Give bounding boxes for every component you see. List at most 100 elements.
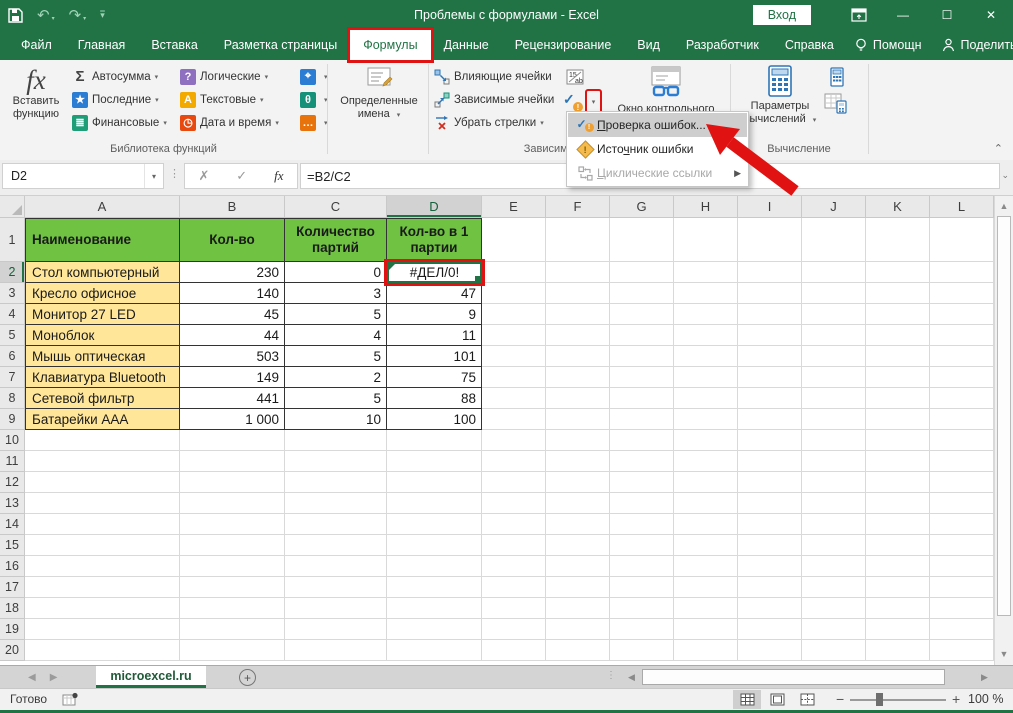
menu-item-error-checking[interactable]: ✓! Проверка ошибок... (568, 113, 747, 137)
cell-J17[interactable] (802, 577, 866, 598)
cell-E13[interactable] (482, 493, 546, 514)
normal-view-icon[interactable] (733, 690, 761, 709)
cell-G2[interactable] (610, 262, 674, 283)
cell-L13[interactable] (930, 493, 994, 514)
fill-handle[interactable] (474, 275, 482, 283)
lookup-reference-icon[interactable]: ⌖▾ (300, 66, 328, 87)
name-box[interactable]: D2 ▾ (2, 163, 164, 189)
cell-L2[interactable] (930, 262, 994, 283)
cell-G8[interactable] (610, 388, 674, 409)
cell-D13[interactable] (387, 493, 482, 514)
row-header-9[interactable]: 9 (0, 409, 25, 430)
cell-L1[interactable] (930, 218, 994, 262)
cell-D15[interactable] (387, 535, 482, 556)
ribbon-tab-5[interactable]: Данные (431, 30, 502, 60)
zoom-level[interactable]: 100 % (968, 692, 1003, 706)
defined-names-button[interactable]: Определенные имена ▾ (332, 65, 426, 122)
column-header-A[interactable]: A (25, 196, 180, 218)
macro-record-icon[interactable] (62, 692, 78, 706)
cell-C13[interactable] (285, 493, 387, 514)
cell-G12[interactable] (610, 472, 674, 493)
cell-D4[interactable]: 9 (387, 304, 482, 325)
cell-D16[interactable] (387, 556, 482, 577)
cell-D8[interactable]: 88 (387, 388, 482, 409)
cell-J14[interactable] (802, 514, 866, 535)
cell-B4[interactable]: 45 (180, 304, 285, 325)
cell-B11[interactable] (180, 451, 285, 472)
cell-E11[interactable] (482, 451, 546, 472)
row-header-16[interactable]: 16 (0, 556, 25, 577)
cell-A8[interactable]: Сетевой фильтр (25, 388, 180, 409)
cell-A4[interactable]: Монитор 27 LED (25, 304, 180, 325)
cell-L10[interactable] (930, 430, 994, 451)
cell-G4[interactable] (610, 304, 674, 325)
scroll-left-icon[interactable]: ◀ (624, 669, 639, 685)
function-button-3[interactable]: ?Логические▾ (180, 66, 268, 87)
cell-K17[interactable] (866, 577, 930, 598)
cell-L4[interactable] (930, 304, 994, 325)
ribbon-tab-7[interactable]: Вид (624, 30, 673, 60)
row-header-5[interactable]: 5 (0, 325, 25, 346)
name-box-dropdown-icon[interactable]: ▾ (144, 164, 163, 188)
remove-arrows-button[interactable]: Убрать стрелки ▾ (434, 112, 544, 133)
cell-H17[interactable] (674, 577, 738, 598)
cell-J10[interactable] (802, 430, 866, 451)
error-checking-button[interactable]: ✓! (563, 91, 583, 113)
cell-A5[interactable]: Моноблок (25, 325, 180, 346)
cell-E14[interactable] (482, 514, 546, 535)
cell-C18[interactable] (285, 598, 387, 619)
column-header-D[interactable]: D (387, 196, 482, 218)
cell-I14[interactable] (738, 514, 802, 535)
cell-D6[interactable]: 101 (387, 346, 482, 367)
cell-I17[interactable] (738, 577, 802, 598)
cell-G13[interactable] (610, 493, 674, 514)
cell-G19[interactable] (610, 619, 674, 640)
function-button-2[interactable]: ≣Финансовые▾ (72, 112, 167, 133)
cell-J19[interactable] (802, 619, 866, 640)
cell-K7[interactable] (866, 367, 930, 388)
column-header-J[interactable]: J (802, 196, 866, 218)
prev-sheet-icon[interactable]: ◀ (28, 672, 36, 683)
cell-E6[interactable] (482, 346, 546, 367)
cell-C9[interactable]: 10 (285, 409, 387, 430)
cell-L7[interactable] (930, 367, 994, 388)
cell-L16[interactable] (930, 556, 994, 577)
cell-J2[interactable] (802, 262, 866, 283)
cell-F8[interactable] (546, 388, 610, 409)
cell-C3[interactable]: 3 (285, 283, 387, 304)
cell-J7[interactable] (802, 367, 866, 388)
cell-F5[interactable] (546, 325, 610, 346)
ribbon-tab-9[interactable]: Справка (772, 30, 847, 60)
cell-G11[interactable] (610, 451, 674, 472)
cell-B10[interactable] (180, 430, 285, 451)
cell-F7[interactable] (546, 367, 610, 388)
cell-F12[interactable] (546, 472, 610, 493)
cell-F2[interactable] (546, 262, 610, 283)
ribbon-tab-3[interactable]: Разметка страницы (211, 30, 350, 60)
cell-I6[interactable] (738, 346, 802, 367)
cell-I7[interactable] (738, 367, 802, 388)
cell-C8[interactable]: 5 (285, 388, 387, 409)
cell-K15[interactable] (866, 535, 930, 556)
row-header-6[interactable]: 6 (0, 346, 25, 367)
column-header-F[interactable]: F (546, 196, 610, 218)
cell-D17[interactable] (387, 577, 482, 598)
vertical-scroll-thumb[interactable] (997, 216, 1011, 616)
cell-D3[interactable]: 47 (387, 283, 482, 304)
cell-H11[interactable] (674, 451, 738, 472)
cell-I10[interactable] (738, 430, 802, 451)
cell-D19[interactable] (387, 619, 482, 640)
row-header-20[interactable]: 20 (0, 640, 25, 661)
page-break-view-icon[interactable] (793, 690, 821, 709)
cell-B8[interactable]: 441 (180, 388, 285, 409)
cell-B5[interactable]: 44 (180, 325, 285, 346)
cell-C5[interactable]: 4 (285, 325, 387, 346)
ribbon-tab-1[interactable]: Главная (65, 30, 139, 60)
row-header-14[interactable]: 14 (0, 514, 25, 535)
cell-H13[interactable] (674, 493, 738, 514)
cell-A12[interactable] (25, 472, 180, 493)
cell-H5[interactable] (674, 325, 738, 346)
row-header-7[interactable]: 7 (0, 367, 25, 388)
cell-F15[interactable] (546, 535, 610, 556)
cell-L6[interactable] (930, 346, 994, 367)
